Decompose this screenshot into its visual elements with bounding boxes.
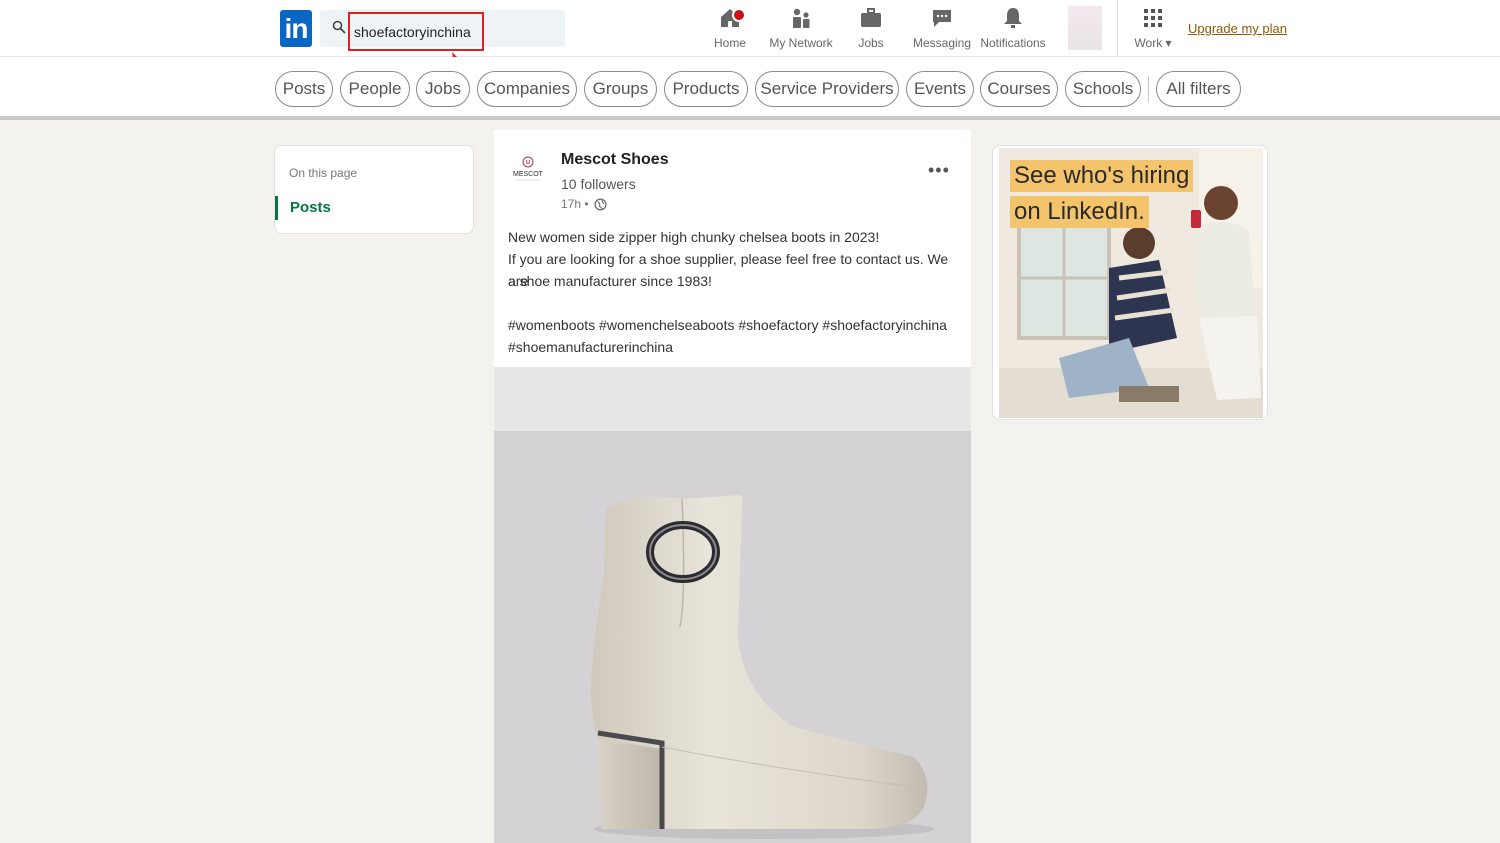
- ad-headline: on LinkedIn.: [1010, 196, 1149, 228]
- post-text-line: a shoe manufacturer since 1983!: [508, 273, 712, 289]
- search-filter-bar: [0, 57, 1500, 120]
- more-options-icon[interactable]: •••: [928, 160, 950, 181]
- nav-messaging[interactable]: Messaging: [912, 4, 972, 54]
- filter-people[interactable]: People: [340, 71, 410, 107]
- ad-headline: See who's hiring: [1010, 160, 1194, 192]
- briefcase-icon: [861, 8, 881, 27]
- notification-badge: [732, 8, 746, 22]
- nav-work-menu[interactable]: Work ▾: [1130, 4, 1176, 54]
- nav-home-label: Home: [713, 36, 746, 50]
- search-icon: [332, 20, 346, 34]
- svg-text:M: M: [526, 161, 531, 167]
- filter-posts[interactable]: Posts: [275, 71, 333, 107]
- on-this-page-card: On this page Posts: [274, 145, 474, 234]
- ankle-boot-image: [590, 495, 934, 839]
- nav-my-network[interactable]: My Network: [766, 4, 836, 54]
- filter-events[interactable]: Events: [906, 71, 974, 107]
- chevron-down-icon: ▾: [1162, 36, 1172, 50]
- filter-products[interactable]: Products: [664, 71, 748, 107]
- filter-all-filters[interactable]: All filters: [1156, 71, 1241, 107]
- post-text-line: New women side zipper high chunky chelse…: [508, 229, 880, 245]
- filter-schools[interactable]: Schools: [1065, 71, 1141, 107]
- upgrade-plan-link[interactable]: Upgrade my plan: [1188, 21, 1287, 36]
- nav-home[interactable]: Home: [710, 4, 750, 54]
- post-image[interactable]: [494, 367, 971, 843]
- nav-divider: [1117, 0, 1118, 57]
- on-this-page-heading: On this page: [289, 166, 358, 180]
- globe-icon: [594, 198, 607, 211]
- post-hashtags[interactable]: #shoemanufacturerinchina: [508, 336, 958, 358]
- sidebar-item-posts[interactable]: Posts: [275, 196, 331, 220]
- linkedin-logo[interactable]: in: [280, 10, 312, 47]
- filter-groups[interactable]: Groups: [584, 71, 657, 107]
- network-icon: [793, 8, 810, 28]
- filter-courses[interactable]: Courses: [980, 71, 1058, 107]
- nav-work-label: Work: [1134, 36, 1163, 50]
- post-timestamp: 17h •: [561, 197, 589, 211]
- nav-my-network-label: My Network: [769, 36, 833, 50]
- nav-messaging-label: Messaging: [912, 36, 972, 50]
- avatar[interactable]: [1068, 6, 1102, 50]
- company-name[interactable]: Mescot Shoes: [561, 151, 669, 169]
- apps-grid-icon: [1144, 9, 1162, 27]
- svg-text:MESCOT: MESCOT: [513, 171, 544, 178]
- nav-jobs[interactable]: Jobs: [852, 4, 890, 54]
- filter-jobs[interactable]: Jobs: [416, 71, 470, 107]
- bell-icon: [1004, 8, 1022, 28]
- follower-count: 10 followers: [561, 176, 636, 192]
- search-input[interactable]: [348, 12, 484, 51]
- post-card: M MESCOT Mescot Shoes 10 followers 17h •…: [494, 130, 971, 843]
- chat-icon: [933, 10, 951, 27]
- nav-jobs-label: Jobs: [858, 36, 884, 50]
- filter-service-providers[interactable]: Service Providers: [755, 71, 899, 107]
- company-logo[interactable]: M MESCOT: [508, 150, 548, 190]
- post-meta: 17h •: [561, 197, 607, 211]
- filter-companies[interactable]: Companies: [477, 71, 577, 107]
- nav-notifications-label: Notifications: [980, 36, 1046, 50]
- filter-divider: [1148, 76, 1149, 102]
- nav-notifications[interactable]: Notifications: [978, 4, 1048, 54]
- post-hashtags[interactable]: #womenboots #womenchelseaboots #shoefact…: [508, 314, 958, 336]
